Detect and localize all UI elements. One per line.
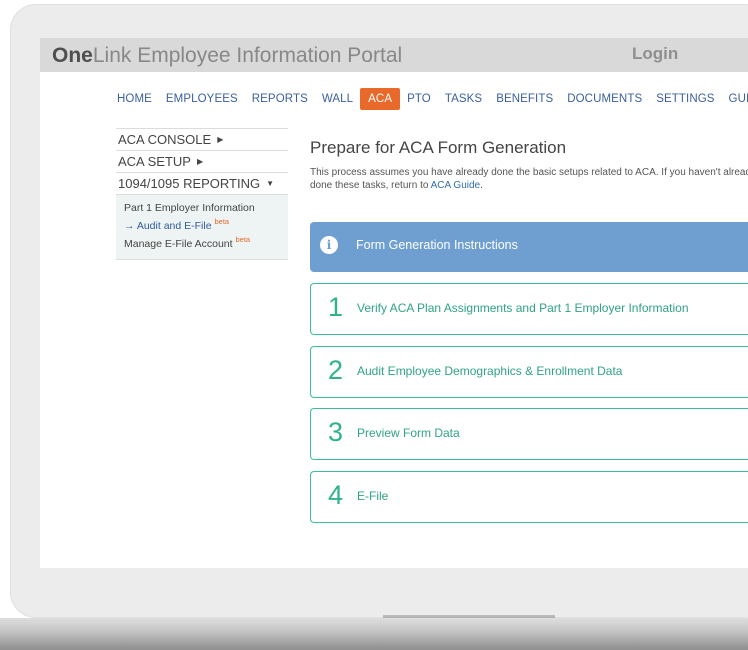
aca-guide-link[interactable]: ACA Guide	[431, 180, 480, 191]
triangle-right-icon: ▶	[217, 135, 224, 144]
intro-text: This process assumes you have already do…	[310, 166, 748, 192]
nav-documents[interactable]: DOCUMENTS	[560, 88, 649, 110]
menu-reporting[interactable]: 1094/1095 REPORTING ▼	[116, 172, 288, 194]
submenu-audit-efile[interactable]: → Audit and E-File beta	[124, 215, 288, 233]
nav-guide[interactable]: GUIDE	[722, 88, 748, 110]
brand-bold: One	[52, 44, 93, 67]
submenu-audit-efile-label: Audit and E-File	[136, 220, 212, 232]
step-3-card[interactable]: 3 Preview Form Data	[310, 408, 748, 460]
screen: OneLink Employee Information Portal Logi…	[40, 38, 748, 568]
beta-badge: beta	[214, 217, 230, 226]
intro-line-2-prefix: done these tasks, return to	[310, 180, 431, 191]
nav-home[interactable]: HOME	[110, 88, 159, 110]
page-title: Prepare for ACA Form Generation	[310, 138, 567, 157]
step-2-card[interactable]: 2 Audit Employee Demographics & Enrollme…	[310, 346, 748, 398]
intro-suffix: .	[480, 180, 483, 191]
step-4-card[interactable]: 4 E-File	[310, 471, 748, 523]
menu-reporting-label: 1094/1095 REPORTING	[118, 176, 261, 191]
laptop-base	[0, 618, 748, 650]
step-number: 3	[328, 417, 344, 447]
triangle-down-icon: ▼	[266, 179, 275, 188]
step-label: Verify ACA Plan Assignments and Part 1 E…	[357, 301, 689, 315]
menu-aca-console[interactable]: ACA CONSOLE ▶	[116, 128, 288, 150]
step-label: Audit Employee Demographics & Enrollment…	[357, 364, 623, 378]
arrow-right-icon: →	[124, 220, 135, 232]
step-label: E-File	[357, 489, 389, 503]
triangle-right-icon: ▶	[196, 157, 204, 166]
step-number: 2	[328, 355, 344, 385]
step-number: 4	[328, 480, 344, 510]
intro-line-2: done these tasks, return to ACA Guide.	[310, 179, 748, 192]
menu-aca-setup[interactable]: ACA SETUP ▶	[116, 150, 288, 172]
step-label: Preview Form Data	[357, 426, 460, 440]
portal-header: OneLink Employee Information Portal Logi…	[40, 38, 748, 72]
menu-aca-console-label: ACA CONSOLE	[118, 132, 212, 147]
reporting-submenu: Part 1 Employer Information → Audit and …	[116, 194, 288, 259]
beta-badge: beta	[235, 235, 251, 244]
step-1-card[interactable]: 1 Verify ACA Plan Assignments and Part 1…	[310, 283, 748, 335]
nav-pto[interactable]: PTO	[400, 88, 438, 110]
aca-side-menu: ACA CONSOLE ▶ ACA SETUP ▶ 1094/1095 REPORT…	[116, 128, 288, 260]
login-link[interactable]: Login	[632, 44, 678, 64]
nav-benefits[interactable]: BENEFITS	[489, 88, 560, 110]
submenu-part1-employer-info[interactable]: Part 1 Employer Information	[124, 201, 288, 215]
submenu-manage-efile-account[interactable]: Manage E-File Account beta	[124, 233, 288, 251]
step-number: 1	[328, 292, 344, 322]
nav-tasks[interactable]: TASKS	[438, 88, 489, 110]
nav-employees[interactable]: EMPLOYEES	[159, 88, 245, 110]
menu-aca-setup-label: ACA SETUP	[118, 154, 191, 169]
top-navigation: HOME EMPLOYEES REPORTS WALL ACA PTO TASK…	[110, 88, 748, 110]
menu-divider	[116, 259, 288, 260]
info-icon: i	[320, 236, 338, 254]
instructions-label: Form Generation Instructions	[356, 238, 518, 252]
form-generation-instructions-button[interactable]: i Form Generation Instructions	[310, 222, 748, 272]
nav-wall[interactable]: WALL	[315, 88, 360, 110]
portal-brand: OneLink Employee Information Portal	[52, 44, 402, 68]
brand-rest: Link Employee Information Portal	[92, 44, 403, 67]
nav-settings[interactable]: SETTINGS	[649, 88, 721, 110]
nav-aca[interactable]: ACA	[360, 88, 401, 110]
nav-reports[interactable]: REPORTS	[245, 88, 315, 110]
submenu-manage-efile-label: Manage E-File Account	[124, 238, 233, 250]
intro-line-1: This process assumes you have already do…	[310, 167, 748, 178]
